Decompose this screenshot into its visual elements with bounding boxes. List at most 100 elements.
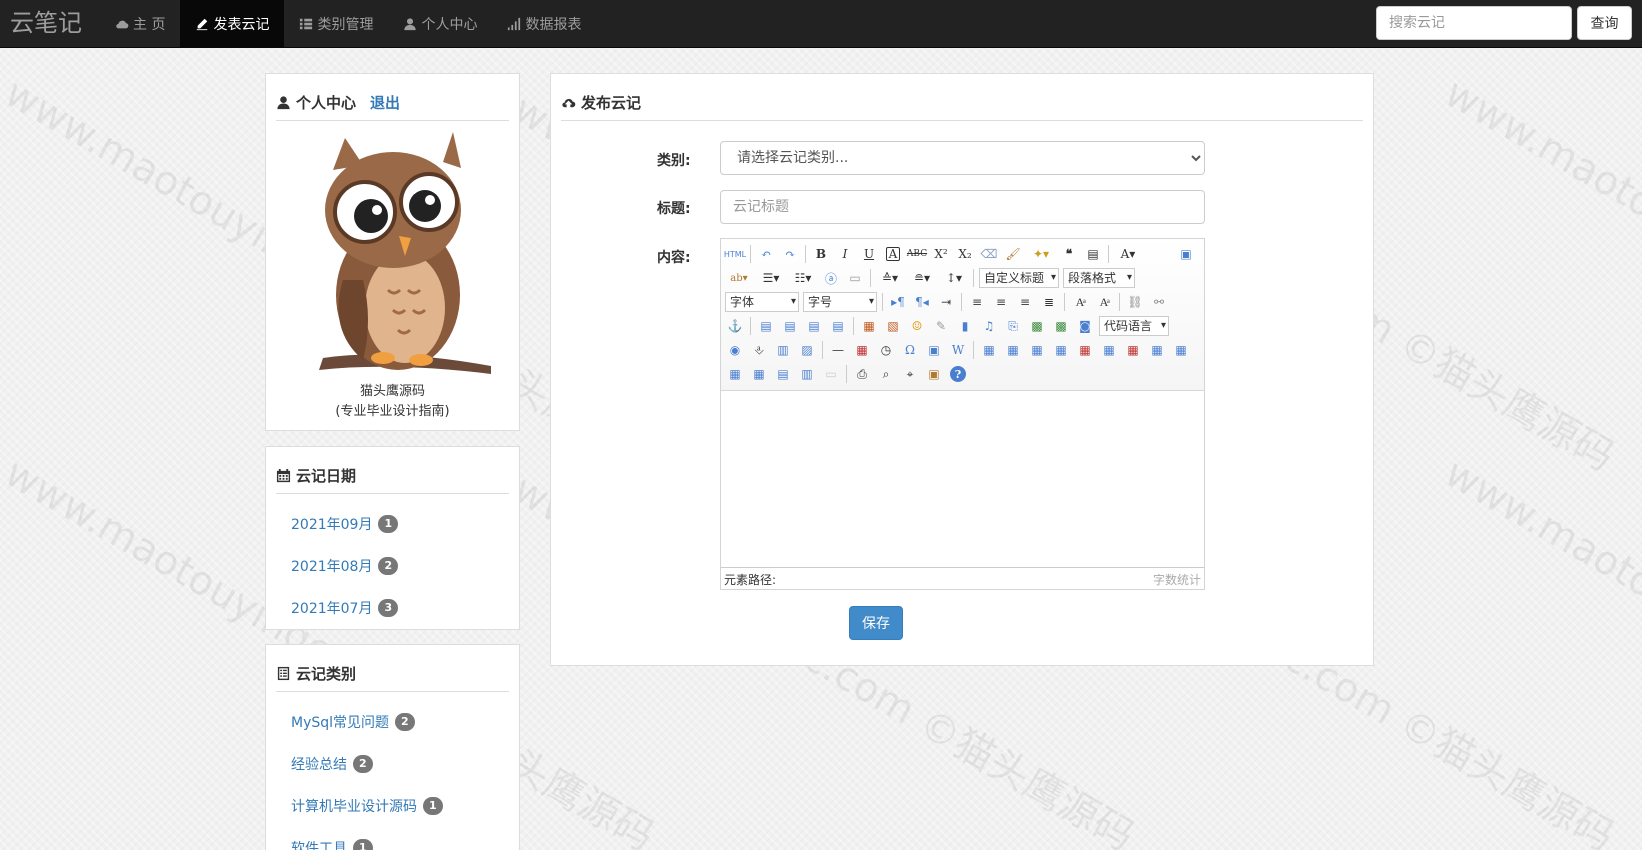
ltr-icon[interactable]: ▸¶ <box>888 292 908 312</box>
image-left-icon[interactable]: ▤ <box>780 316 800 336</box>
font-border-icon[interactable]: A <box>886 247 900 261</box>
insert-frame-icon[interactable]: ◙ <box>1075 316 1095 336</box>
row-spacing-top-icon[interactable]: ≙▾ <box>876 268 904 288</box>
nav-item-publish[interactable]: 发表云记 <box>180 0 285 48</box>
split-rows-icon[interactable]: ▤ <box>773 364 793 384</box>
fullscreen-icon[interactable]: ▣ <box>1176 244 1196 264</box>
redo-icon[interactable]: ↷ <box>780 244 800 264</box>
music-icon[interactable]: ♫ <box>979 316 999 336</box>
insert-table-icon[interactable]: ▦ <box>979 340 999 360</box>
gmap-icon[interactable]: ▩ <box>1051 316 1071 336</box>
split-cols-icon[interactable]: ▥ <box>797 364 817 384</box>
list-item[interactable]: MySql常见问题 2 <box>291 701 443 743</box>
font-size-select[interactable]: 字号 <box>803 292 877 312</box>
nav-item-profile[interactable]: 个人中心 <box>388 0 492 48</box>
list-item[interactable]: 计算机毕业设计源码 1 <box>291 785 443 827</box>
align-justify-icon[interactable]: ≣ <box>1039 292 1059 312</box>
delete-col-icon[interactable]: ▦ <box>1123 340 1143 360</box>
help-icon[interactable]: ? <box>950 366 966 382</box>
ordered-list-icon[interactable]: ☰▾ <box>757 268 785 288</box>
delete-table-icon[interactable]: ▦ <box>1003 340 1023 360</box>
bold-icon[interactable]: B <box>811 244 831 264</box>
merge-cells-icon[interactable]: ▦ <box>1147 340 1167 360</box>
date-icon[interactable]: ▦ <box>852 340 872 360</box>
horizontal-rule-icon[interactable]: — <box>828 340 848 360</box>
pagebreak-icon[interactable]: ⎀ <box>749 340 769 360</box>
search-replace-icon[interactable]: ⌖ <box>900 364 920 384</box>
font-color-icon[interactable]: A▾ <box>1114 244 1142 264</box>
map-icon[interactable]: ▩ <box>1027 316 1047 336</box>
italic-icon[interactable]: I <box>835 244 855 264</box>
align-left-icon[interactable]: ≡ <box>967 292 987 312</box>
list-item[interactable]: 软件工具 1 <box>291 827 443 850</box>
subscript-icon[interactable]: X₂ <box>955 244 975 264</box>
list-item[interactable]: 2021年08月 2 <box>291 545 399 587</box>
uppercase-icon[interactable]: Aͣ <box>1070 292 1090 312</box>
nav-item-categories[interactable]: 类别管理 <box>284 0 388 48</box>
preview-icon[interactable]: ⌕ <box>876 364 896 384</box>
time-icon[interactable]: ◷ <box>876 340 896 360</box>
rtl-icon[interactable]: ¶◂ <box>912 292 932 312</box>
highlight-color-icon[interactable]: ab▾ <box>725 268 753 288</box>
webapp-icon[interactable]: ◉ <box>725 340 745 360</box>
title-input[interactable] <box>720 190 1205 224</box>
search-input[interactable] <box>1376 6 1572 40</box>
nav-item-home[interactable]: 主 页 <box>100 0 180 48</box>
align-center-icon[interactable]: ≡ <box>991 292 1011 312</box>
background-icon[interactable]: ▨ <box>797 340 817 360</box>
word-import-icon[interactable]: W <box>948 340 968 360</box>
scrawl-icon[interactable]: ✎ <box>931 316 951 336</box>
undo-icon[interactable]: ↶ <box>756 244 776 264</box>
simple-upload-icon[interactable]: ▦ <box>859 316 879 336</box>
insert-col-icon[interactable]: ▦ <box>1099 340 1119 360</box>
chart-icon[interactable]: ▭ <box>821 364 841 384</box>
nav-item-reports[interactable]: 数据报表 <box>492 0 596 48</box>
strikethrough-icon[interactable]: ABC <box>907 244 927 264</box>
attachment-icon[interactable]: ⎘ <box>1003 316 1023 336</box>
list-item[interactable]: 2021年07月 3 <box>291 587 399 629</box>
paragraph-format-select[interactable]: 段落格式 <box>1063 268 1136 288</box>
template-icon[interactable]: ▥ <box>773 340 793 360</box>
magic-wand-icon[interactable]: ✦▾ <box>1027 244 1055 264</box>
insert-video-icon[interactable]: ▮ <box>955 316 975 336</box>
row-spacing-bottom-icon[interactable]: ≘▾ <box>908 268 936 288</box>
custom-title-select[interactable]: 自定义标题 <box>979 268 1060 288</box>
format-brush-icon[interactable]: 🖌 <box>1003 244 1023 264</box>
list-item[interactable]: 2021年09月 1 <box>291 503 399 545</box>
font-family-select[interactable]: 字体 <box>725 292 799 312</box>
drafts-icon[interactable]: ▣ <box>924 364 944 384</box>
merge-down-icon[interactable]: ▦ <box>725 364 745 384</box>
unordered-list-icon[interactable]: ☷▾ <box>789 268 817 288</box>
superscript-icon[interactable]: X² <box>931 244 951 264</box>
insert-row-icon[interactable]: ▦ <box>1051 340 1071 360</box>
lowercase-icon[interactable]: Aͣ <box>1094 292 1114 312</box>
split-cells-icon[interactable]: ▦ <box>749 364 769 384</box>
underline-icon[interactable]: U <box>859 244 879 264</box>
unlink-icon[interactable]: ⚯ <box>1149 292 1169 312</box>
paste-plain-icon[interactable]: ▤ <box>1083 244 1103 264</box>
brand-logo[interactable]: 云笔记 <box>10 0 82 48</box>
code-language-select[interactable]: 代码语言 <box>1099 316 1169 336</box>
clear-doc-icon[interactable]: ▭ <box>845 268 865 288</box>
editor-content-area[interactable] <box>721 392 1204 568</box>
line-height-icon[interactable]: ↕▾ <box>940 268 968 288</box>
image-none-icon[interactable]: ▤ <box>756 316 776 336</box>
align-right-icon[interactable]: ≡ <box>1015 292 1035 312</box>
caption-icon[interactable]: ▦ <box>1027 340 1047 360</box>
html-source-icon[interactable]: HTML <box>724 244 746 264</box>
search-button[interactable]: 查询 <box>1577 6 1632 40</box>
eraser-icon[interactable]: ⌫ <box>979 244 999 264</box>
print-icon[interactable]: ⎙ <box>852 364 872 384</box>
logout-link[interactable]: 退出 <box>370 92 400 113</box>
image-center-icon[interactable]: ▤ <box>828 316 848 336</box>
link-icon[interactable]: ⛓ <box>1125 292 1145 312</box>
select-all-icon[interactable]: ⓐ <box>821 268 841 288</box>
wordimage-icon[interactable]: ▣ <box>924 340 944 360</box>
category-select[interactable]: 请选择云记类别... <box>720 141 1205 175</box>
merge-right-icon[interactable]: ▦ <box>1171 340 1191 360</box>
emotion-icon[interactable]: ☺ <box>907 316 927 336</box>
image-right-icon[interactable]: ▤ <box>804 316 824 336</box>
indent-icon[interactable]: ⇥ <box>936 292 956 312</box>
blockquote-icon[interactable]: ❝ <box>1059 244 1079 264</box>
delete-row-icon[interactable]: ▦ <box>1075 340 1095 360</box>
